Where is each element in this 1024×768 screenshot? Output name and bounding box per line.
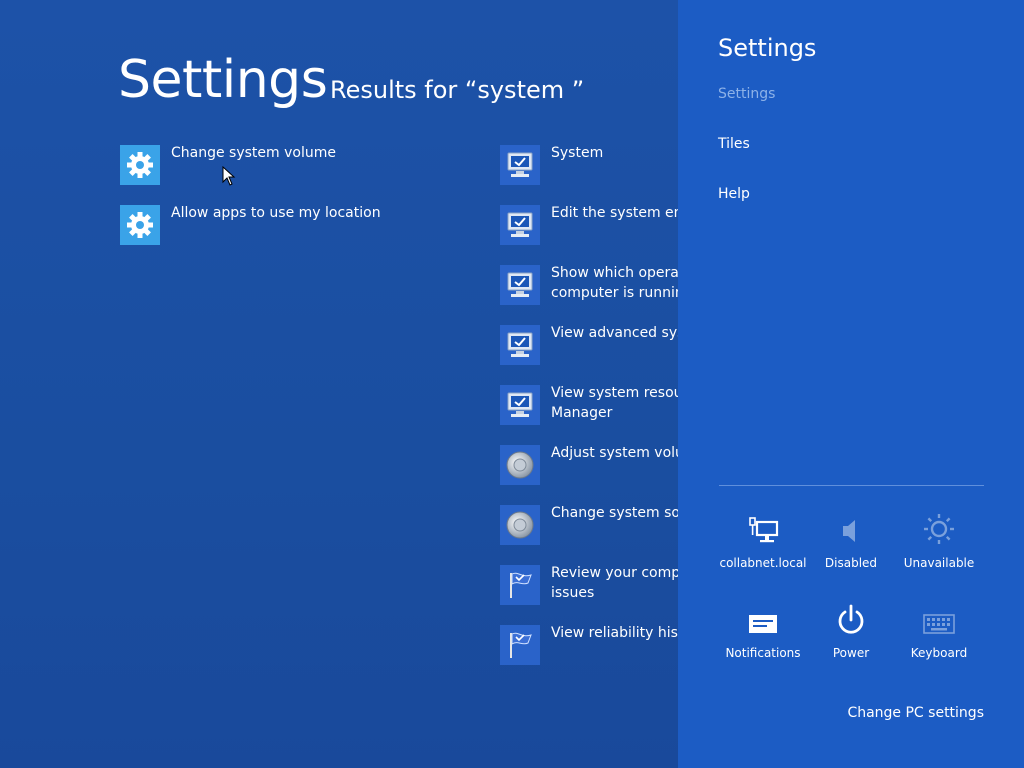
charm-divider	[719, 485, 984, 486]
result-label: System	[551, 145, 604, 161]
change-pc-settings-link[interactable]: Change PC settings	[847, 705, 984, 721]
flag-icon	[500, 625, 540, 665]
result-label: Change system soun	[551, 505, 679, 521]
mouse-cursor-icon	[222, 166, 236, 186]
monitor-icon	[500, 325, 540, 365]
gear-icon	[120, 145, 160, 185]
flag-icon	[500, 565, 540, 605]
network-quick-setting[interactable]: collabnet.local	[719, 512, 807, 582]
settings-charm-pane: Settings Settings Tiles Help collabnet.l…	[678, 0, 1024, 768]
page-title: Settings	[118, 50, 328, 110]
power-quick-setting[interactable]: Power	[807, 602, 895, 672]
result-label: Review your compu issues	[551, 565, 679, 601]
results-heading: Results for “system ”	[330, 76, 585, 104]
result-label: View reliability histo	[551, 625, 679, 641]
charm-nav-tiles[interactable]: Tiles	[718, 136, 750, 152]
result-label: View system resourcManager	[551, 385, 679, 421]
keyboard-quick-setting[interactable]: Keyboard	[895, 602, 983, 672]
keyboard-icon	[895, 602, 983, 636]
brightness-icon	[895, 512, 983, 546]
volume-icon	[807, 512, 895, 546]
result-label: Edit the system envi	[551, 205, 679, 221]
charm-nav-settings[interactable]: Settings	[718, 86, 775, 102]
result-label: Show which operati computer is running	[551, 265, 679, 301]
charm-title: Settings	[718, 34, 817, 62]
brightness-quick-setting[interactable]: Unavailable	[895, 512, 983, 582]
result-label: View advanced syste	[551, 325, 679, 341]
notifications-quick-setting[interactable]: Notifications	[719, 602, 807, 672]
monitor-icon	[500, 265, 540, 305]
network-icon	[719, 512, 807, 546]
result-label: Adjust system volum	[551, 445, 679, 461]
volume-quick-setting[interactable]: Disabled	[807, 512, 895, 582]
speaker-icon	[500, 505, 540, 545]
monitor-icon	[500, 145, 540, 185]
power-icon	[807, 602, 895, 636]
monitor-icon	[500, 205, 540, 245]
speaker-icon	[500, 445, 540, 485]
charm-nav-help[interactable]: Help	[718, 186, 750, 202]
notifications-icon	[719, 602, 807, 636]
monitor-icon	[500, 385, 540, 425]
gear-icon	[120, 205, 160, 245]
